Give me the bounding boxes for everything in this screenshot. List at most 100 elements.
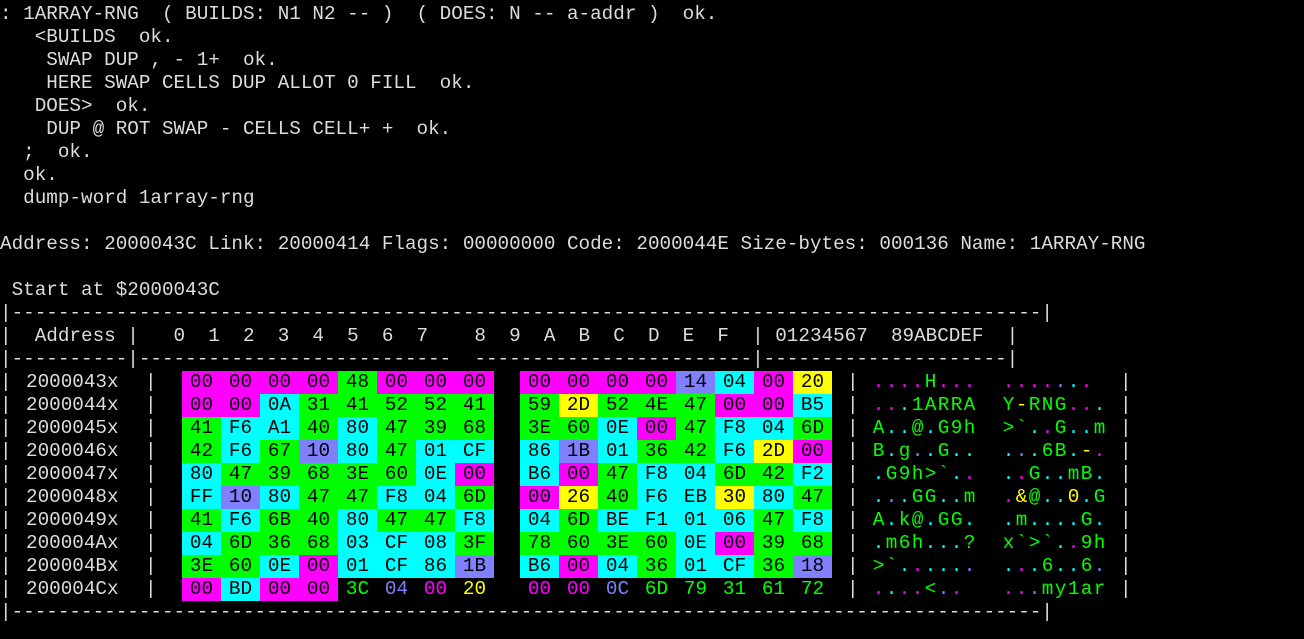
frame-bar: |	[145, 486, 157, 508]
hex-byte: 10	[221, 486, 260, 509]
hex-byte: 04	[416, 486, 455, 509]
frame-bar: |	[0, 532, 12, 554]
hex-byte: 3F	[455, 532, 494, 555]
word-info-line: Address: 2000043C Link: 20000414 Flags: …	[0, 233, 1146, 255]
terminal-line: dump-word 1array-rng	[0, 187, 255, 209]
hex-byte: F8	[637, 463, 676, 486]
hex-byte: 72	[800, 578, 825, 600]
hex-byte: 31	[299, 394, 338, 417]
hex-byte: 80	[338, 417, 377, 440]
ascii-column: .m6h...?	[872, 532, 976, 554]
hex-byte: 00	[527, 578, 552, 600]
hex-byte: F2	[793, 463, 832, 486]
dump-frame-line: |---------------------------------------…	[0, 302, 1053, 324]
frame-bar: |	[847, 578, 859, 600]
hex-byte: 20	[793, 371, 832, 394]
frame-bar: |	[1120, 578, 1132, 600]
hex-byte: 47	[416, 509, 455, 532]
hex-byte: 0E	[598, 417, 637, 440]
hex-byte: 00	[299, 371, 338, 394]
frame-bar: |	[0, 440, 12, 462]
frame-bar: |	[1120, 440, 1132, 462]
hex-byte: 04	[384, 578, 409, 600]
frame-bar: |	[847, 486, 859, 508]
hex-byte: 78	[520, 532, 559, 555]
hex-byte: 00	[598, 371, 637, 394]
hex-byte: 04	[754, 417, 793, 440]
ascii-column: x`>`..9h	[1002, 532, 1106, 554]
hex-byte: 3E	[598, 532, 637, 555]
hex-byte: 00	[423, 578, 448, 600]
row-address: 2000048x	[26, 486, 119, 508]
terminal-line: ok.	[0, 164, 58, 186]
dump-row: | 200004Ax | 04 6D 36 68 03 CF 08 3F 78 60 3E 60 0E 00 39…	[0, 532, 1304, 555]
hex-byte: 47	[676, 394, 715, 417]
row-address: 2000049x	[26, 509, 119, 531]
ascii-column: ...my1ar	[1002, 578, 1106, 600]
terminal-line: ; ok.	[0, 141, 93, 163]
hex-byte: 47	[598, 463, 637, 486]
hex-byte: CF	[377, 532, 416, 555]
hex-byte: 67	[260, 440, 299, 463]
hex-byte: F8	[715, 417, 754, 440]
hex-byte: B6	[520, 463, 559, 486]
ascii-column: >`..G..m	[1002, 417, 1106, 439]
hex-byte: 4E	[637, 394, 676, 417]
frame-bar: |	[847, 394, 859, 416]
ascii-column: ...6B.-.	[1002, 440, 1106, 462]
hex-byte: CF	[455, 440, 494, 463]
hex-byte: 41	[182, 509, 221, 532]
hex-byte: 6D	[644, 578, 669, 600]
hex-byte: 39	[416, 417, 455, 440]
hex-byte: 40	[598, 486, 637, 509]
hex-byte: 59	[520, 394, 559, 417]
hex-byte: 3C	[345, 578, 370, 600]
hex-byte: F8	[793, 509, 832, 532]
hex-byte: F6	[221, 417, 260, 440]
ascii-column: .......	[1002, 371, 1093, 393]
frame-bar: |	[1120, 394, 1132, 416]
hex-byte: 14	[676, 371, 715, 394]
hex-byte: 31	[722, 578, 747, 600]
dump-row: | 2000044x | 00 00 0A 31 41 52 52 41 59 2D 52 4E 47 00 00…	[0, 394, 1304, 417]
hex-byte: 06	[715, 509, 754, 532]
hex-byte: BD	[221, 578, 260, 601]
hex-byte: 0A	[260, 394, 299, 417]
dump-frame-line: |----------|--------------------------- …	[0, 348, 1019, 370]
hex-byte: 00	[559, 555, 598, 578]
frame-bar: |	[1120, 371, 1132, 393]
ascii-column: A.k@.GG.	[872, 509, 976, 531]
hex-byte: 68	[299, 463, 338, 486]
ascii-column: ...6..6.	[1002, 555, 1106, 577]
row-address: 200004Ax	[26, 532, 119, 554]
hex-byte: F1	[637, 509, 676, 532]
hex-byte: 0E	[260, 555, 299, 578]
hex-byte: 36	[637, 555, 676, 578]
hex-byte: B6	[520, 555, 559, 578]
hex-byte: 00	[260, 578, 299, 601]
hex-byte: 80	[338, 509, 377, 532]
hex-byte: 36	[260, 532, 299, 555]
hex-byte: 00	[715, 532, 754, 555]
frame-bar: |	[847, 417, 859, 439]
hex-byte: 6B	[260, 509, 299, 532]
dump-row: | 2000047x | 80 47 39 68 3E 60 0E 00 B6 00 47 F8 04 6D 42…	[0, 463, 1304, 486]
start-at-line: Start at $2000043C	[0, 279, 220, 301]
hex-byte: F8	[377, 486, 416, 509]
hex-byte: 39	[260, 463, 299, 486]
hex-byte: 00	[754, 371, 793, 394]
dump-row: | 2000048x | FF 10 80 47 47 F8 04 6D 00 26 40 F6 EB 30 80…	[0, 486, 1304, 509]
hex-byte: 01	[338, 555, 377, 578]
hex-byte: A1	[260, 417, 299, 440]
frame-bar: |	[1120, 532, 1132, 554]
hex-byte: 04	[715, 371, 754, 394]
dump-row: | 200004Cx | 00 BD 00 00 3C 04 00 20 00 00 0C 6D 79 31 61…	[0, 578, 1304, 601]
hex-byte: 01	[416, 440, 455, 463]
hex-byte: 2D	[559, 394, 598, 417]
frame-bar: |	[0, 371, 12, 393]
frame-bar: |	[847, 371, 859, 393]
frame-bar: |	[145, 417, 157, 439]
dump-row: | 2000049x | 41 F6 6B 40 80 47 47 F8 04 6D BE F1 01 06 47…	[0, 509, 1304, 532]
hex-byte: 47	[754, 509, 793, 532]
hex-byte: 00	[182, 371, 221, 394]
